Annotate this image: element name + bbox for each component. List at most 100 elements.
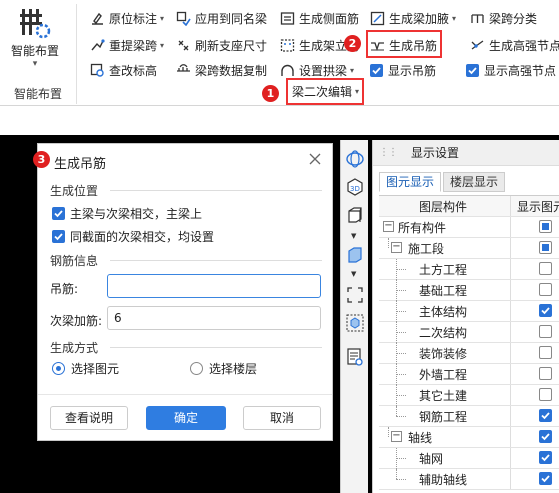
tree-row[interactable]: 土方工程 xyxy=(379,259,559,280)
elevation-icon xyxy=(90,63,105,78)
row-checkbox-partial[interactable] xyxy=(539,241,552,254)
step-badge-2: 2 xyxy=(344,35,361,52)
show-high-strength-node-checkbox[interactable]: 显示高强节点 xyxy=(466,60,556,80)
view-toolbar: 3D ▼ ▼ xyxy=(340,140,368,493)
footer-divider xyxy=(38,394,332,395)
svg-text:3D: 3D xyxy=(350,185,360,193)
tree-row[interactable]: 二次结构 xyxy=(379,322,559,343)
collapse-icon[interactable]: − xyxy=(391,242,402,253)
display-settings-icon xyxy=(347,348,363,366)
row-checkbox-checked[interactable] xyxy=(539,472,552,485)
row-checkbox-unchecked[interactable] xyxy=(539,325,552,338)
step-badge-3: 3 xyxy=(33,151,50,168)
reextract-span-button[interactable]: 重提梁跨 ▾ xyxy=(90,35,164,55)
row-checkbox-unchecked[interactable] xyxy=(539,367,552,380)
row-checkbox-checked[interactable] xyxy=(539,304,552,317)
tab-floor-display[interactable]: 楼层显示 xyxy=(443,172,506,192)
tree-row[interactable]: − 施工段 xyxy=(379,238,559,259)
apply-same-name-button[interactable]: 应用到同名梁 xyxy=(176,8,267,28)
tree-row-label: 外墙工程 xyxy=(419,368,468,382)
checkbox-main-beam[interactable]: 主梁与次梁相交，主梁上 xyxy=(52,205,202,222)
display-settings-toggle-button[interactable] xyxy=(344,346,366,368)
hanger-input[interactable] xyxy=(107,274,321,298)
radio-select-floor[interactable]: 选择楼层 xyxy=(190,360,257,377)
row-checkbox-partial[interactable] xyxy=(539,220,552,233)
select-region-button[interactable] xyxy=(344,284,366,306)
tree-row[interactable]: 钢筋工程 xyxy=(379,406,559,427)
isolate-view-button[interactable] xyxy=(344,312,366,334)
layer-tree: 图层构件 显示图元 − 所有构件 − 施工段 土方工程 基础工程 xyxy=(379,195,559,490)
set-arch-beam-label: 设置拱梁 xyxy=(299,63,348,78)
reextract-icon xyxy=(90,38,105,53)
high-strength-node-icon xyxy=(470,38,485,53)
tree-row[interactable]: 其它土建 xyxy=(379,385,559,406)
smart-layout-button[interactable]: 智能布置 ▾ xyxy=(0,6,70,76)
span-classify-button[interactable]: 梁跨分类 xyxy=(470,8,537,28)
chevron-down-icon[interactable]: ▼ xyxy=(351,232,356,240)
radio-select-element[interactable]: 选择图元 xyxy=(52,360,119,377)
ribbon-group-label: 智能布置 xyxy=(13,87,62,101)
check-elevation-button[interactable]: 查改标高 xyxy=(90,60,157,80)
classify-icon xyxy=(470,11,485,26)
group-separator xyxy=(76,4,77,104)
row-checkbox-checked[interactable] xyxy=(539,430,552,443)
tree-row-label: 装饰装修 xyxy=(419,347,468,361)
row-checkbox-unchecked[interactable] xyxy=(539,388,552,401)
checkbox-same-section[interactable]: 同截面的次梁相交，均设置 xyxy=(52,228,214,245)
view-help-button[interactable]: 查看说明 xyxy=(50,406,128,430)
in-place-annotation-button[interactable]: 原位标注 ▾ xyxy=(90,8,164,28)
tree-row[interactable]: 外墙工程 xyxy=(379,364,559,385)
panel-tabs: 图元显示 楼层显示 xyxy=(379,172,507,192)
collapse-icon[interactable]: − xyxy=(383,221,394,232)
smart-layout-label: 智能布置 xyxy=(10,44,59,58)
tree-row[interactable]: 辅助轴线 xyxy=(379,469,559,490)
show-hanger-rebar-checkbox[interactable]: 显示吊筋 xyxy=(370,60,436,80)
refresh-support-label: 刷新支座尺寸 xyxy=(195,38,268,53)
tree-header-row: 图层构件 显示图元 xyxy=(379,196,559,217)
tree-row[interactable]: 基础工程 xyxy=(379,280,559,301)
row-checkbox-checked[interactable] xyxy=(539,409,552,422)
ribbon: 智能布置 ▾ 智能布置 原位标注 ▾ 重提梁跨 ▾ 查改标高 应用到同名梁 刷新支座… xyxy=(0,0,559,106)
tree-row-label: 基础工程 xyxy=(419,284,468,298)
check-elevation-label: 查改标高 xyxy=(109,63,158,78)
collapse-icon[interactable]: − xyxy=(391,431,402,442)
box-view-button[interactable] xyxy=(344,204,366,226)
generate-side-rebar-button[interactable]: 生成侧面筋 xyxy=(280,8,359,28)
canvas-top-strip xyxy=(0,106,559,135)
radio-select-element-label: 选择图元 xyxy=(71,362,120,376)
tree-row[interactable]: − 所有构件 xyxy=(379,217,559,238)
set-arch-beam-button[interactable]: 设置拱梁 ▾ xyxy=(280,60,354,80)
3d-view-button[interactable]: 3D xyxy=(344,176,366,198)
display-settings-panel: ⋮⋮ 显示设置 图元显示 楼层显示 图层构件 显示图元 − 所有构件 − 施工段 xyxy=(372,140,559,493)
ok-button[interactable]: 确定 xyxy=(146,406,226,430)
row-checkbox-unchecked[interactable] xyxy=(539,283,552,296)
tree-row[interactable]: 装饰装修 xyxy=(379,343,559,364)
tab-element-display[interactable]: 图元显示 xyxy=(379,172,442,192)
panel-header: ⋮⋮ 显示设置 xyxy=(373,140,559,166)
drag-grip-icon[interactable]: ⋮⋮ xyxy=(379,147,398,158)
close-icon[interactable] xyxy=(308,152,322,166)
tree-row[interactable]: − 轴线 xyxy=(379,427,559,448)
checkbox-same-section-label: 同截面的次梁相交，均设置 xyxy=(70,230,215,244)
row-checkbox-checked[interactable] xyxy=(539,451,552,464)
cancel-button[interactable]: 取消 xyxy=(243,406,321,430)
checkbox-checked-icon xyxy=(466,63,479,77)
row-checkbox-unchecked[interactable] xyxy=(539,346,552,359)
row-checkbox-unchecked[interactable] xyxy=(539,262,552,275)
solid-view-button[interactable] xyxy=(344,244,366,266)
annotation-icon xyxy=(90,11,105,26)
refresh-support-button[interactable]: 刷新支座尺寸 xyxy=(176,35,267,55)
generate-haunch-button[interactable]: 生成梁加腋 ▾ xyxy=(370,8,456,28)
tree-row-label: 所有构件 xyxy=(398,221,447,235)
span-data-copy-button[interactable]: 梁跨数据复制 xyxy=(176,60,267,80)
chevron-down-icon[interactable]: ▼ xyxy=(351,270,356,278)
chevron-down-icon: ▾ xyxy=(160,13,165,23)
3d-cube-icon: 3D xyxy=(347,178,363,196)
stirrup-input[interactable]: 6 xyxy=(107,306,321,330)
show-high-strength-node-label: 显示高强节点 xyxy=(484,63,557,78)
orbit-view-button[interactable] xyxy=(344,148,366,170)
tree-row[interactable]: 轴网 xyxy=(379,448,559,469)
tree-row[interactable]: 主体结构 xyxy=(379,301,559,322)
generate-haunch-label: 生成梁加腋 xyxy=(389,11,450,26)
generate-high-strength-node-button[interactable]: 生成高强节点 xyxy=(470,35,559,55)
